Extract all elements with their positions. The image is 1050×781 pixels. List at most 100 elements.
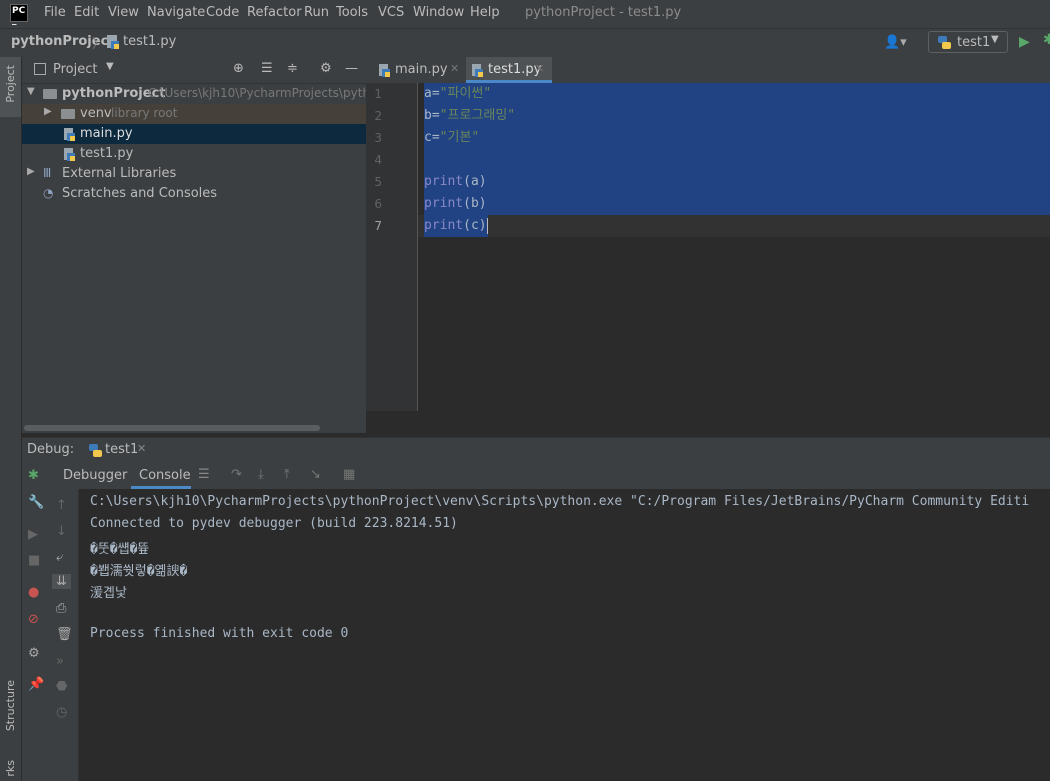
close-icon[interactable]: ✕ xyxy=(137,442,146,455)
tree-item-hint: library root xyxy=(111,106,178,120)
project-tool-tab[interactable]: Project xyxy=(0,57,21,117)
menu-bar: PC _ File Edit View Navigate Code Refacto… xyxy=(0,0,1050,28)
evaluate-expression-icon[interactable]: ▦ xyxy=(343,467,355,482)
menu-vcs[interactable]: VCS xyxy=(378,5,404,20)
breadcrumb-file[interactable]: test1.py xyxy=(123,34,176,49)
debug-icon[interactable]: ✱ xyxy=(1043,32,1050,48)
chevron-right-icon: ▶ xyxy=(27,166,35,177)
menu-tools[interactable]: Tools xyxy=(336,5,368,20)
tree-item-venv[interactable]: ▶ venv library root xyxy=(22,104,366,124)
chevron-down-icon[interactable]: ▼ xyxy=(106,61,114,72)
python-logo-icon xyxy=(938,36,951,49)
menu-edit[interactable]: Edit xyxy=(74,5,99,20)
tab-debugger[interactable]: Debugger xyxy=(63,468,127,483)
debug-session-tab[interactable]: test1 xyxy=(105,442,138,457)
tree-item-test1-py[interactable]: test1.py xyxy=(22,144,366,164)
menu-help[interactable]: Help xyxy=(470,5,500,20)
code-keyword: print xyxy=(424,196,464,211)
step-out-icon[interactable]: ⤒ xyxy=(284,467,290,482)
menu-code[interactable]: Code xyxy=(206,5,239,20)
menu-window[interactable]: Window xyxy=(413,5,464,20)
python-console-icon[interactable]: ⬣ xyxy=(56,679,67,694)
code-line: c="기본" xyxy=(424,127,479,149)
line-number-current: 7 xyxy=(374,219,382,233)
wrench-icon[interactable]: 🔧 xyxy=(28,495,44,510)
tab-test1-py[interactable]: test1.py ✕ xyxy=(466,57,552,83)
arrow-up-icon[interactable]: ↑ xyxy=(56,498,67,513)
line-number: 6 xyxy=(374,197,382,211)
code-token: b= xyxy=(424,108,440,123)
hide-icon[interactable]: — xyxy=(345,61,358,76)
resume-icon[interactable]: ▶ xyxy=(28,527,38,542)
tree-item-main-py[interactable]: main.py xyxy=(22,124,366,144)
expand-all-icon[interactable]: ☰ xyxy=(261,61,273,76)
menu-view[interactable]: View xyxy=(108,5,139,20)
console-line: Process finished with exit code 0 xyxy=(90,626,349,641)
mute-breakpoints-icon[interactable]: ⊘ xyxy=(28,612,39,627)
code-keyword: print xyxy=(424,218,464,233)
arrow-down-icon[interactable]: ↓ xyxy=(56,524,67,539)
scroll-to-end-icon[interactable]: ⇊ xyxy=(52,574,71,589)
structure-tool-tab[interactable]: Structure xyxy=(4,680,17,731)
tree-item-label: External Libraries xyxy=(62,166,177,181)
console-output[interactable]: C:\Users\kjh10\PycharmProjects\pythonPro… xyxy=(79,489,1050,781)
tab-label: main.py xyxy=(395,62,448,77)
gear-icon[interactable]: ⚙ xyxy=(28,646,40,661)
run-icon[interactable]: ▶ xyxy=(1019,34,1030,50)
chevron-right-icon: ▶ xyxy=(44,106,52,117)
console-line: �뚯�썝�뜦 xyxy=(90,542,150,557)
run-to-cursor-icon[interactable]: ↘ xyxy=(310,467,321,482)
tab-label: test1.py xyxy=(488,62,542,77)
tab-console[interactable]: Console xyxy=(131,463,191,489)
collapse-all-icon[interactable]: ≑ xyxy=(287,61,298,76)
tree-item-external-libraries[interactable]: ▶ Ⅲ External Libraries xyxy=(22,164,366,184)
menu-refactor[interactable]: Refactor xyxy=(247,5,302,20)
console-line: 湲곕낯 xyxy=(90,586,127,601)
project-tool-tab-label: Project xyxy=(4,65,17,103)
stop-icon[interactable]: ■ xyxy=(28,553,40,568)
run-configuration-selector[interactable]: test1 ▼ xyxy=(928,31,1008,53)
view-breakpoints-icon[interactable]: ● xyxy=(28,585,39,600)
scratches-icon: ◔ xyxy=(43,186,54,200)
close-icon[interactable]: ✕ xyxy=(450,62,459,75)
folder-icon xyxy=(61,108,75,123)
project-panel-title[interactable]: Project xyxy=(53,62,97,77)
user-icon[interactable]: 👤▾ xyxy=(884,35,907,50)
console-line: Connected to pydev debugger (build 223.8… xyxy=(90,516,458,531)
line-number: 4 xyxy=(374,153,382,167)
print-icon[interactable]: ⎙ xyxy=(56,601,66,616)
window-title: pythonProject - test1.py xyxy=(525,5,682,20)
tree-item-label: venv xyxy=(80,106,112,121)
soft-wrap-icon[interactable]: ⤶ xyxy=(56,550,63,565)
python-file-icon xyxy=(107,35,119,49)
trash-icon[interactable]: 🗑 xyxy=(56,627,73,642)
tree-item-label: test1.py xyxy=(80,146,134,161)
menu-run[interactable]: Run xyxy=(304,5,329,20)
pin-icon[interactable]: 📌 xyxy=(28,677,44,692)
list-icon[interactable]: ☰ xyxy=(198,467,210,482)
tree-item-pythonproject[interactable]: ▼ pythonProject C:\Users\kjh10\PycharmPr… xyxy=(22,84,370,104)
menu-navigate[interactable]: Navigate xyxy=(147,5,205,20)
bookmarks-tool-tab[interactable]: rks xyxy=(4,760,17,777)
menu-file[interactable]: File xyxy=(44,5,66,20)
python-file-icon xyxy=(64,128,75,141)
console-line: C:\Users\kjh10\PycharmProjects\pythonPro… xyxy=(90,494,1030,509)
show-more-icon[interactable]: » xyxy=(56,654,64,669)
history-icon[interactable]: ◷ xyxy=(56,705,67,720)
line-number: 5 xyxy=(374,175,382,189)
library-icon: Ⅲ xyxy=(43,166,52,180)
locate-icon[interactable]: ⊕ xyxy=(233,61,244,76)
code-editor[interactable]: a="파이썬" b="프로그래밍" c="기본" print(a) print(… xyxy=(418,83,1050,411)
step-into-icon[interactable]: ⤓ xyxy=(258,467,264,482)
console-line: �봽濡쒓렇�옒諛� xyxy=(90,564,188,579)
tab-main-py[interactable]: main.py ✕ xyxy=(372,57,464,83)
bug-icon[interactable]: ✱ xyxy=(28,468,39,483)
close-icon[interactable]: ✕ xyxy=(535,62,544,75)
tree-item-label: Scratches and Consoles xyxy=(62,186,218,201)
gear-icon[interactable]: ⚙ xyxy=(320,61,332,76)
horizontal-scrollbar[interactable] xyxy=(24,425,320,431)
code-line: print(c) xyxy=(424,215,488,237)
text-caret xyxy=(486,217,488,234)
step-over-icon[interactable]: ↷ xyxy=(231,467,242,482)
tree-item-scratches[interactable]: ◔ Scratches and Consoles xyxy=(22,184,366,204)
